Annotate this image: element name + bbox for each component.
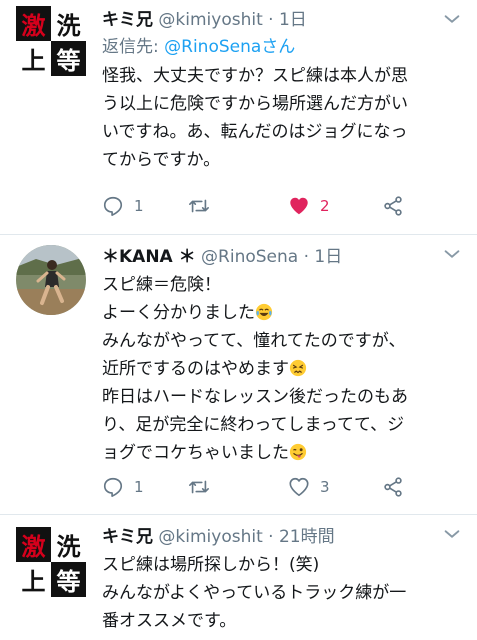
reply-button[interactable]: 1 — [102, 475, 144, 499]
retweet-icon — [189, 480, 209, 494]
tweet-line: 近所でするのはやめます — [102, 355, 461, 383]
tweet-actions: 1 3 — [102, 475, 422, 499]
retweet-icon — [189, 199, 209, 213]
reply-context: 返信先: @RinoSenaさん — [102, 34, 461, 60]
tweet[interactable]: 激 洗 上 等 キミ兄 @kimiyoshit · 21時間 スピ練は場所探しか… — [0, 515, 477, 640]
timestamp[interactable]: 21時間 — [279, 527, 335, 547]
avatar[interactable] — [16, 245, 86, 315]
avatar-kanji: 上 — [22, 568, 46, 596]
tweet-line: スピ練は場所探しから！(笑) — [102, 555, 320, 575]
tweet-line: よーく分かりました — [102, 299, 461, 327]
tweet-header: ＊KANA ＊ @RinoSena · 1日 — [102, 245, 461, 269]
tweet-text: 怪我、大丈夫ですか？スピ練は本人が思 う以上に危険ですから場所選んだ方がい いで… — [102, 62, 461, 174]
tweet-line: スピ練＝危険！ — [102, 275, 221, 295]
username[interactable]: @kimiyoshit — [158, 527, 262, 547]
avatar-kanji: 洗 — [57, 12, 81, 40]
avatar-logo-icon: 激 洗 上 等 — [16, 6, 86, 76]
tweet-line: てからですか。 — [102, 150, 221, 170]
display-name[interactable]: ＊KANA ＊ — [102, 247, 196, 267]
timestamp[interactable]: 1日 — [314, 247, 342, 267]
share-icon — [384, 477, 402, 497]
username[interactable]: @kimiyoshit — [158, 10, 262, 30]
separator-dot: · — [268, 10, 274, 30]
runner-photo-avatar — [16, 245, 86, 315]
persevering-face-emoji — [289, 359, 307, 377]
avatar-kanji: 等 — [57, 568, 81, 596]
tweet-line-text: ョグでコケちゃいました — [102, 443, 289, 463]
reply-icon — [103, 196, 123, 216]
tweet-body: キミ兄 @kimiyoshit · 1日 返信先: @RinoSenaさん 怪我… — [102, 8, 461, 174]
like-button[interactable]: 3 — [288, 475, 330, 499]
display-name[interactable]: キミ兄 — [102, 10, 153, 30]
tweet-line: ョグでコケちゃいました — [102, 439, 461, 467]
avatar-kanji: 洗 — [57, 533, 81, 561]
avatar-kanji: 激 — [22, 533, 46, 561]
tweet-actions: 1 2 — [102, 194, 422, 218]
tweet-line-text: 近所でするのはやめます — [102, 359, 289, 379]
tweet-line: 番オススメです。 — [102, 611, 237, 631]
share-icon — [384, 196, 402, 216]
like-count: 3 — [320, 478, 330, 496]
reply-icon — [103, 477, 123, 497]
tweet-line: みんながやってて、憧れてたのですが、 — [102, 331, 406, 351]
avatar-kanji: 激 — [22, 12, 46, 40]
reply-count: 1 — [134, 478, 144, 496]
like-count: 2 — [320, 197, 330, 215]
tweet-text: スピ練は場所探しから！(笑) みんながよくやっているトラック練が一 番オススメで… — [102, 551, 461, 635]
like-button[interactable]: 2 — [288, 194, 330, 218]
retweet-button[interactable] — [188, 194, 220, 218]
tweet-line: 昨日はハードなレッスン後だったのもあ — [102, 387, 408, 407]
tweet-body: キミ兄 @kimiyoshit · 21時間 スピ練は場所探しから！(笑) みん… — [102, 525, 461, 635]
tweet-text: スピ練＝危険！ よーく分かりました みんながやってて、憧れてたのですが、 近所で… — [102, 271, 461, 467]
reply-button[interactable]: 1 — [102, 194, 144, 218]
chevron-down-icon[interactable] — [441, 243, 463, 265]
tweet-line-text: よーく分かりました — [102, 303, 255, 323]
reply-prefix: 返信先: — [102, 37, 165, 57]
timestamp[interactable]: 1日 — [279, 10, 307, 30]
reply-mention-link[interactable]: @RinoSenaさん — [164, 37, 295, 57]
display-name[interactable]: キミ兄 — [102, 527, 153, 547]
reply-count: 1 — [134, 197, 144, 215]
tweet-line: う以上に危険ですから場所選んだ方がい — [102, 94, 408, 114]
chevron-down-icon[interactable] — [441, 8, 463, 30]
chevron-down-icon[interactable] — [441, 523, 463, 545]
separator-dot: · — [303, 247, 310, 267]
heart-icon — [290, 197, 308, 215]
heart-icon — [289, 477, 309, 497]
retweet-button[interactable] — [188, 475, 220, 499]
avatar[interactable]: 激 洗 上 等 — [16, 527, 86, 597]
winking-tongue-emoji — [289, 443, 307, 461]
tweet-line: り、足が完全に終わってしまってて、ジ — [102, 415, 405, 435]
avatar-kanji: 上 — [22, 47, 46, 75]
tweet-line: いですね。あ、転んだのはジョグになっ — [102, 122, 408, 142]
share-button[interactable] — [382, 475, 404, 499]
avatar[interactable]: 激 洗 上 等 — [16, 6, 86, 76]
avatar-kanji: 等 — [57, 47, 81, 75]
username[interactable]: @RinoSena — [201, 247, 298, 267]
tweet-line: みんながよくやっているトラック練が一 — [102, 583, 407, 603]
tweet-header: キミ兄 @kimiyoshit · 1日 — [102, 8, 461, 32]
share-button[interactable] — [382, 194, 404, 218]
avatar-logo-icon: 激 洗 上 等 — [16, 527, 86, 597]
tweet-header: キミ兄 @kimiyoshit · 21時間 — [102, 525, 461, 549]
tweet-body: ＊KANA ＊ @RinoSena · 1日 スピ練＝危険！ よーく分かりました… — [102, 245, 461, 467]
tweet-line: 怪我、大丈夫ですか？スピ練は本人が思 — [102, 66, 408, 86]
separator-dot: · — [268, 527, 274, 547]
tweet[interactable]: 激 洗 上 等 キミ兄 @kimiyoshit · 1日 返信先: @RinoS… — [0, 0, 477, 235]
tweet[interactable]: ＊KANA ＊ @RinoSena · 1日 スピ練＝危険！ よーく分かりました… — [0, 235, 477, 515]
laughing-tears-emoji — [255, 303, 273, 321]
